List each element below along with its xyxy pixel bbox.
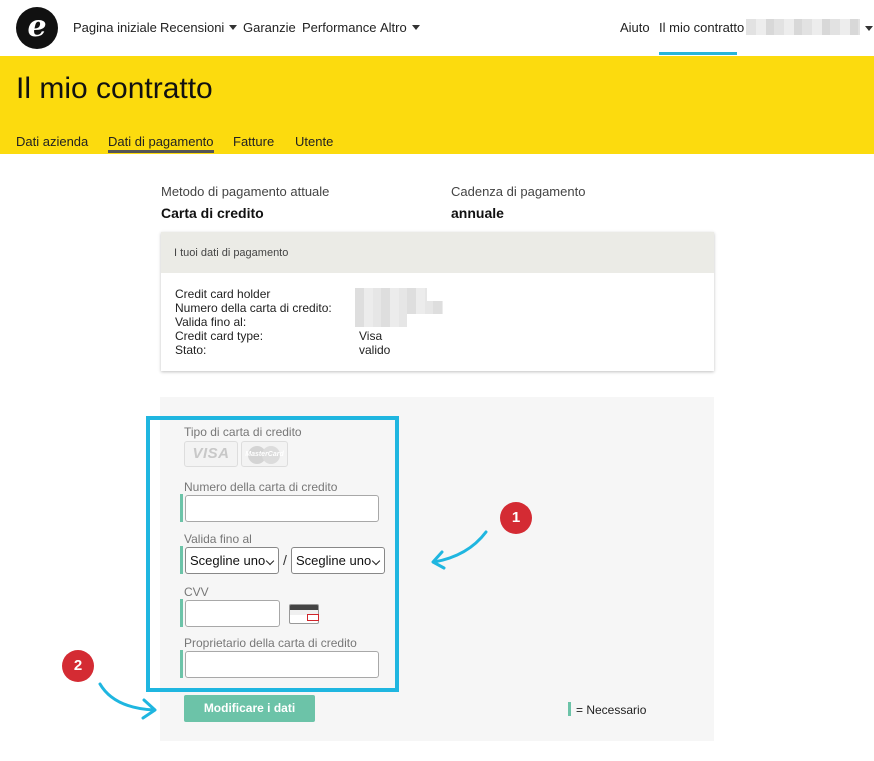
nav-item-home[interactable]: Pagina iniziale (73, 20, 157, 35)
tab-user-label: Utente (295, 134, 334, 149)
active-nav-indicator (659, 52, 737, 55)
nav-item-more[interactable]: Altro (380, 20, 420, 35)
detail-label-card-number: Numero della carta di credito: (175, 301, 332, 315)
page-header: Il mio contratto Dati azienda Dati di pa… (0, 56, 874, 154)
payment-cadence-label: Cadenza di pagamento (451, 184, 586, 199)
tab-user[interactable]: Utente (295, 134, 333, 149)
arrow-pointing-left-icon (431, 530, 488, 570)
tab-invoices[interactable]: Fatture (233, 134, 274, 149)
chevron-down-icon (229, 25, 238, 30)
form-highlight-frame (146, 416, 399, 692)
nav-item-help-label: Aiuto (620, 20, 650, 35)
payment-method-value: Carta di credito (161, 205, 264, 221)
tab-payment-data-label: Dati di pagamento (108, 134, 214, 149)
detail-value-status: valido (359, 343, 391, 357)
page-title: Il mio contratto (16, 72, 213, 105)
nav-item-performance[interactable]: Performance (302, 20, 376, 35)
tab-invoices-label: Fatture (233, 134, 275, 149)
step-badge-1: 1 (500, 502, 532, 534)
payment-details-heading: I tuoi dati di pagamento (174, 247, 289, 259)
nav-item-performance-label: Performance (302, 20, 377, 35)
nav-item-guarantees[interactable]: Garanzie (243, 20, 296, 35)
nav-item-more-label: Altro (380, 20, 407, 35)
redacted-card-number (355, 301, 443, 314)
detail-value-card-type: Visa (359, 329, 383, 343)
detail-label-card-type: Credit card type: (175, 329, 264, 343)
tab-company-data[interactable]: Dati azienda (16, 134, 88, 149)
required-legend: = Necessario (576, 703, 647, 717)
logo-letter: e (27, 9, 47, 44)
tab-company-data-label: Dati azienda (16, 134, 89, 149)
payment-cadence-value: annuale (451, 205, 504, 221)
chevron-down-icon[interactable] (865, 26, 873, 31)
step-badge-2: 2 (62, 650, 94, 682)
top-navigation: e Pagina iniziale Recensioni Garanzie Pe… (0, 0, 874, 56)
trusted-shops-logo[interactable]: e (16, 7, 58, 49)
detail-label-status: Stato: (175, 343, 207, 357)
nav-item-my-contract-label: Il mio contratto (659, 20, 745, 35)
nav-item-reviews-label: Recensioni (160, 20, 225, 35)
update-data-button[interactable]: Modificare i dati (184, 695, 315, 722)
chevron-down-icon (411, 25, 420, 30)
arrow-pointing-right-icon (98, 682, 157, 720)
redacted-holder (355, 288, 427, 301)
payment-method-label: Metodo di pagamento attuale (161, 184, 330, 199)
tab-payment-data[interactable]: Dati di pagamento (108, 134, 214, 153)
user-account-menu[interactable] (746, 19, 860, 35)
nav-item-help[interactable]: Aiuto (620, 20, 650, 35)
nav-item-reviews[interactable]: Recensioni (160, 20, 238, 35)
nav-item-guarantees-label: Garanzie (243, 20, 296, 35)
redacted-expiry (355, 314, 407, 327)
payment-details-card: I tuoi dati di pagamento Credit card hol… (161, 232, 714, 371)
payment-details-header: I tuoi dati di pagamento (161, 232, 714, 273)
nav-item-my-contract[interactable]: Il mio contratto (659, 20, 744, 35)
detail-label-holder: Credit card holder (175, 287, 271, 301)
detail-label-expiry: Valida fino al: (175, 315, 247, 329)
required-legend-indicator (568, 702, 571, 716)
nav-item-home-label: Pagina iniziale (73, 20, 157, 35)
